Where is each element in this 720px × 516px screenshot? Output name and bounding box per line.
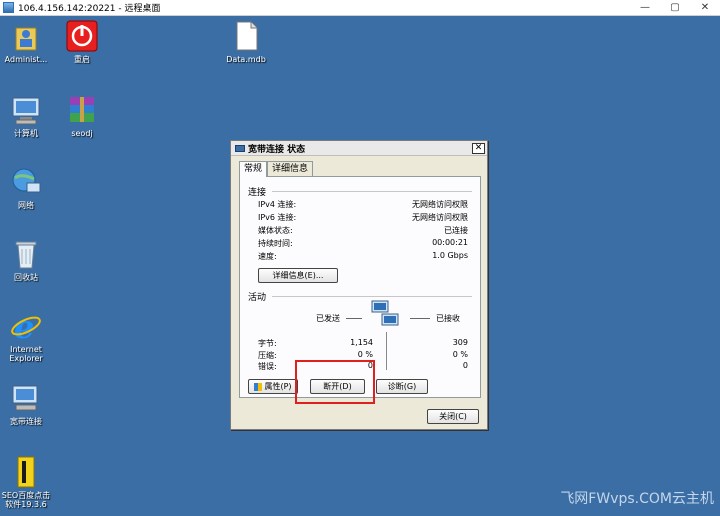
close-window-button[interactable]: ✕: [690, 0, 720, 16]
connection-icon: [235, 144, 245, 152]
speed-label: 速度:: [258, 252, 277, 261]
errors-received: 0: [462, 361, 468, 370]
desktop-icon-computer[interactable]: 计算机: [0, 94, 56, 138]
watermark: 飞网FWvps.COM云主机: [560, 491, 714, 507]
svg-text:e: e: [14, 310, 34, 342]
section-divider: [272, 296, 472, 297]
maximize-button[interactable]: ▢: [660, 0, 690, 16]
diagnose-button[interactable]: 诊断(G): [376, 379, 428, 394]
duration-row: 持续时间: 00:00:21: [258, 238, 468, 249]
desktop-icon-seo-clicker[interactable]: SEO百度点击 软件19.3.6: [0, 456, 56, 509]
administrator-folder-icon: [10, 20, 42, 52]
properties-button[interactable]: 属性(P): [248, 379, 298, 394]
bytes-row: 字节: 1,154 309: [258, 338, 468, 349]
received-label: 已接收: [436, 314, 460, 323]
desktop-icon-restart[interactable]: 重启: [52, 20, 112, 64]
properties-button-label: 属性(P): [264, 382, 292, 391]
seo-baidu-clicker-icon: [10, 456, 42, 488]
desktop-icon-label: 重启: [74, 55, 90, 64]
section-divider: [272, 191, 472, 192]
sent-line: [346, 318, 362, 319]
computer-icon: [10, 94, 42, 126]
recycle-bin-icon: [10, 238, 42, 270]
desktop-icon-label: SEO百度点击 软件19.3.6: [1, 491, 51, 509]
data-mdb-file-icon: [230, 20, 262, 52]
network-icon: [10, 166, 42, 198]
dialog-tabs: 常规 详细信息: [239, 161, 314, 177]
seodj-rar-icon: [66, 94, 98, 126]
compression-label: 压缩:: [258, 351, 277, 360]
desktop-icon-label: 计算机: [14, 129, 38, 138]
desktop-icon-network[interactable]: 网络: [0, 166, 56, 210]
duration-label: 持续时间:: [258, 239, 293, 248]
bytes-label: 字节:: [258, 339, 277, 348]
desktop-icon-label: Administ...: [4, 55, 48, 64]
desktop-icon-seodj[interactable]: seodj: [52, 94, 112, 138]
desktop-icon-recycle-bin[interactable]: 回收站: [0, 238, 56, 282]
tab-details[interactable]: 详细信息: [267, 161, 314, 176]
activity-section-header: 活动: [248, 293, 267, 303]
desktop-icon-label: seodj: [71, 129, 93, 138]
internet-explorer-icon: e: [10, 308, 42, 346]
restart-icon: [66, 20, 98, 52]
desktop-icon-label: 回收站: [14, 273, 38, 282]
speed-value: 1.0 Gbps: [432, 251, 468, 260]
connection-section-header: 连接: [248, 188, 267, 198]
errors-label: 错误:: [258, 362, 277, 371]
received-line: [410, 318, 430, 319]
bytes-received: 309: [452, 338, 468, 347]
media-state-row: 媒体状态: 已连接: [258, 225, 468, 236]
remote-desktop-icon: [3, 2, 14, 13]
ipv6-row: IPv6 连接: 无网络访问权限: [258, 212, 468, 223]
desktop-icon-internet-explorer[interactable]: e Internet Explorer: [0, 308, 56, 363]
desktop-icon-label: 网络: [18, 201, 34, 210]
ipv6-label: IPv6 连接:: [258, 213, 297, 222]
dialog-close-button[interactable]: ✕: [472, 142, 485, 154]
broadband-connection-icon: [10, 382, 42, 414]
dialog-title: 宽带连接 状态: [248, 144, 306, 155]
desktop-icon-label: 宽带连接: [10, 417, 42, 426]
sent-label: 已发送: [316, 314, 340, 323]
ipv4-label: IPv4 连接:: [258, 200, 297, 209]
media-state-label: 媒体状态:: [258, 226, 293, 235]
close-dialog-button[interactable]: 关闭(C): [427, 409, 479, 424]
desktop-icon-broadband[interactable]: 宽带连接: [0, 382, 56, 426]
speed-row: 速度: 1.0 Gbps: [258, 251, 468, 262]
ipv6-value: 无网络访问权限: [412, 213, 468, 222]
details-button[interactable]: 详细信息(E)...: [258, 268, 338, 283]
tab-general[interactable]: 常规: [239, 161, 268, 177]
compression-received: 0 %: [452, 350, 468, 359]
window-title: 106.4.156.142:20221 - 远程桌面: [18, 4, 161, 14]
rdp-title-bar: 106.4.156.142:20221 - 远程桌面 — ▢ ✕: [0, 0, 720, 16]
desktop-icon-administrator[interactable]: Administ...: [0, 20, 56, 64]
dialog-title-bar: 宽带连接 状态 ✕: [231, 141, 487, 156]
ipv4-row: IPv4 连接: 无网络访问权限: [258, 199, 468, 210]
bytes-sent: 1,154: [350, 338, 373, 347]
network-activity-icon: [370, 299, 404, 329]
media-state-value: 已连接: [444, 226, 468, 235]
minimize-button[interactable]: —: [630, 0, 660, 16]
highlight-box: [295, 360, 375, 404]
desktop-icon-data-mdb[interactable]: Data.mdb: [216, 20, 276, 64]
ipv4-value: 无网络访问权限: [412, 200, 468, 209]
desktop-icon-label: Data.mdb: [226, 55, 266, 64]
desktop-icon-label: Internet Explorer: [9, 345, 43, 363]
duration-value: 00:00:21: [432, 238, 468, 247]
shield-icon: [254, 382, 263, 391]
